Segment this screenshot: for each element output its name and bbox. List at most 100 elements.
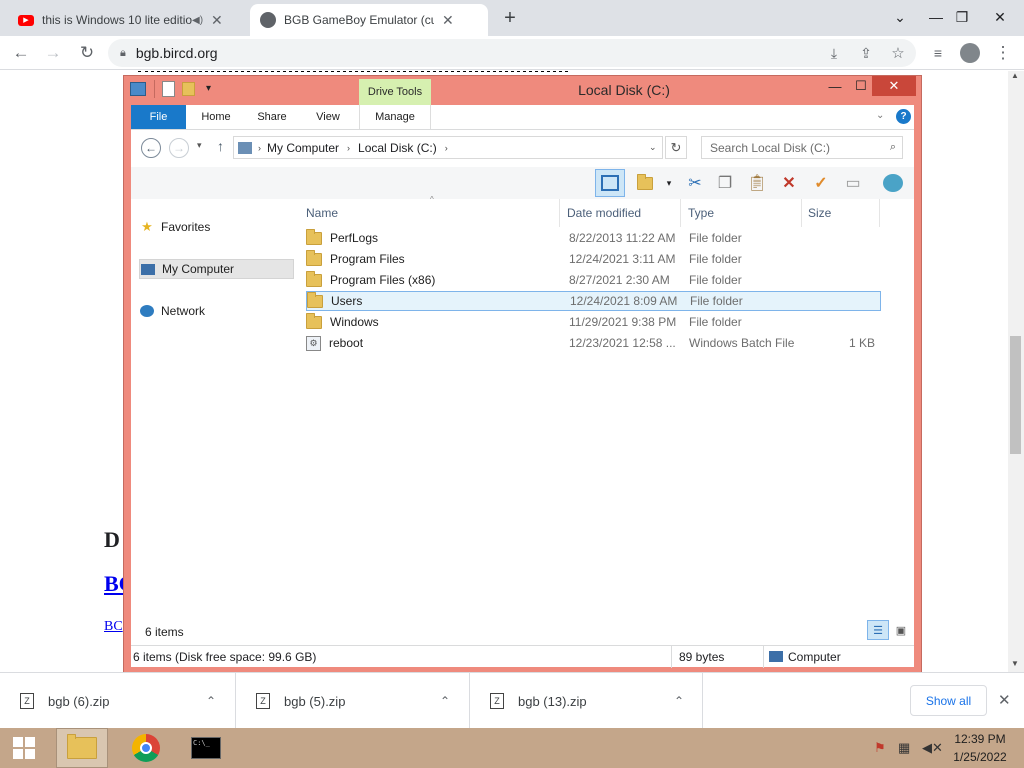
download-icon[interactable]: ⤓ bbox=[821, 40, 847, 66]
clock-time[interactable]: 12:39 PM bbox=[950, 732, 1010, 746]
drive-tools-label: Drive Tools bbox=[359, 79, 431, 105]
folder-icon bbox=[306, 249, 322, 266]
scroll-down-icon[interactable]: ▼ bbox=[1011, 659, 1019, 668]
rename-icon[interactable]: ▭ bbox=[839, 169, 867, 197]
new-tab-button[interactable]: + bbox=[498, 6, 522, 30]
file-row[interactable]: ⚙ reboot 12/23/2021 12:58 ... Windows Bat… bbox=[306, 333, 881, 353]
tab-search-icon[interactable]: ⌄ bbox=[884, 0, 916, 34]
explorer-close-button[interactable]: ✕ bbox=[872, 76, 916, 96]
scroll-up-icon[interactable]: ▲ bbox=[1011, 71, 1019, 80]
network-status-icon[interactable]: ▦ bbox=[898, 740, 910, 756]
explorer-titlebar[interactable]: ▾ Drive Tools Local Disk (C:) — ☐ ✕ bbox=[124, 76, 921, 105]
back-arrow-icon[interactable]: ← bbox=[141, 138, 161, 158]
share-icon[interactable]: ⇪ bbox=[853, 40, 879, 66]
column-type[interactable]: Type bbox=[682, 199, 802, 227]
checkmark-icon[interactable]: ✓ bbox=[807, 169, 835, 197]
delete-icon[interactable]: ✕ bbox=[775, 169, 803, 197]
item-count: 6 items bbox=[145, 625, 184, 639]
breadcrumb-local-disk[interactable]: Local Disk (C:) bbox=[358, 141, 437, 155]
ribbon-tab-file[interactable]: File bbox=[131, 105, 186, 129]
download-item[interactable]: Z bgb (6).zip ⌃ bbox=[0, 673, 236, 729]
chevron-up-icon[interactable]: ⌃ bbox=[440, 694, 450, 708]
ribbon-divider bbox=[131, 129, 914, 130]
menu-kebab-icon[interactable]: ⋮ bbox=[990, 40, 1016, 66]
nav-my-computer[interactable]: My Computer bbox=[139, 259, 294, 279]
ribbon-tab-manage[interactable]: Manage bbox=[359, 105, 431, 129]
chrome-taskbar-button[interactable] bbox=[120, 728, 172, 768]
navigation-pane: ★ Favorites My Computer Network bbox=[131, 199, 299, 631]
large-icons-view-icon[interactable]: ▣ bbox=[891, 620, 911, 640]
nav-favorites[interactable]: ★ Favorites bbox=[139, 217, 294, 237]
chevron-down-icon[interactable]: ⌄ bbox=[649, 142, 657, 153]
preview-pane-icon[interactable] bbox=[595, 169, 625, 197]
file-type: File folder bbox=[689, 273, 742, 287]
chrome-icon bbox=[132, 734, 160, 762]
details-view-icon[interactable]: ☰ bbox=[867, 620, 889, 640]
ribbon-tab-home[interactable]: Home bbox=[190, 105, 242, 129]
cmd-taskbar-button[interactable]: C:\_ bbox=[180, 728, 232, 768]
clock-date[interactable]: 1/25/2022 bbox=[950, 750, 1010, 764]
help-icon[interactable]: ? bbox=[896, 109, 911, 124]
quick-access-dropdown-icon[interactable]: ▾ bbox=[206, 83, 211, 94]
media-control-icon[interactable]: ≡ bbox=[925, 40, 951, 66]
tab-bgb[interactable]: BGB GameBoy Emulator (current ✕ bbox=[250, 4, 488, 36]
folder-icon bbox=[306, 228, 322, 245]
forward-icon[interactable]: → bbox=[40, 40, 66, 66]
forward-arrow-icon[interactable]: → bbox=[169, 138, 189, 158]
column-size[interactable]: Size bbox=[802, 199, 880, 227]
chevron-up-icon[interactable]: ⌃ bbox=[674, 694, 684, 708]
back-icon[interactable]: ← bbox=[8, 40, 34, 66]
up-arrow-icon[interactable]: ↑ bbox=[217, 138, 224, 154]
file-row-selected[interactable]: Users 12/24/2021 8:09 AM File folder bbox=[306, 291, 881, 311]
ribbon-tab-view[interactable]: View bbox=[302, 105, 354, 129]
search-input[interactable]: Search Local Disk (C:) ⌕ bbox=[701, 136, 903, 159]
start-button[interactable] bbox=[0, 728, 48, 768]
nav-network[interactable]: Network bbox=[139, 301, 294, 321]
file-row[interactable]: Windows 11/29/2021 9:38 PM File folder bbox=[306, 312, 881, 332]
file-row[interactable]: PerfLogs 8/22/2013 11:22 AM File folder bbox=[306, 228, 881, 248]
column-name[interactable]: Name bbox=[300, 199, 560, 227]
download-item[interactable]: Z bgb (5).zip ⌃ bbox=[236, 673, 470, 729]
ribbon-expand-icon[interactable]: ⌄ bbox=[876, 110, 884, 121]
profile-avatar[interactable] bbox=[957, 40, 983, 66]
properties-icon[interactable] bbox=[162, 81, 175, 97]
address-bar[interactable]: 🔒︎ bgb.bircd.org bbox=[108, 39, 916, 67]
new-folder-icon[interactable] bbox=[182, 82, 195, 96]
recent-locations-icon[interactable]: ▾ bbox=[197, 140, 202, 151]
file-explorer-taskbar-button[interactable] bbox=[56, 728, 108, 768]
column-date-modified[interactable]: Date modified bbox=[561, 199, 681, 227]
explorer-maximize-button[interactable]: ☐ bbox=[848, 76, 874, 96]
cut-icon[interactable]: ✂ bbox=[681, 169, 709, 197]
action-center-flag-icon[interactable]: ⚑ bbox=[874, 740, 886, 756]
file-date: 12/24/2021 3:11 AM bbox=[569, 252, 676, 266]
restore-button[interactable]: ❐ bbox=[946, 0, 978, 34]
scrollbar-thumb[interactable] bbox=[1010, 336, 1021, 454]
file-row[interactable]: Program Files (x86) 8/27/2021 2:30 AM Fi… bbox=[306, 270, 881, 290]
download-item[interactable]: Z bgb (13).zip ⌃ bbox=[470, 673, 703, 729]
status-size: 89 bytes bbox=[679, 649, 725, 664]
globe-icon[interactable] bbox=[879, 169, 907, 197]
ribbon-tab-share[interactable]: Share bbox=[246, 105, 298, 129]
url-text: bgb.bircd.org bbox=[135, 45, 218, 61]
address-bar-explorer[interactable]: › My Computer › Local Disk (C:) › ⌄ bbox=[233, 136, 663, 159]
refresh-icon[interactable]: ↻ bbox=[665, 136, 687, 159]
copy-icon[interactable]: ❐ bbox=[711, 169, 739, 197]
file-row[interactable]: Program Files 12/24/2021 3:11 AM File fo… bbox=[306, 249, 881, 269]
tab-youtube[interactable]: ▶ this is Windows 10 lite editio ◀) ✕ bbox=[8, 4, 248, 36]
bookmark-star-icon[interactable]: ☆ bbox=[885, 40, 911, 66]
options-dropdown-icon[interactable]: ▾ bbox=[655, 169, 683, 197]
reload-icon[interactable]: ↻ bbox=[74, 40, 100, 66]
chevron-up-icon[interactable]: ⌃ bbox=[206, 694, 216, 708]
speaker-icon[interactable]: ◀) bbox=[192, 15, 203, 26]
close-tab-icon[interactable]: ✕ bbox=[442, 12, 454, 29]
paste-icon[interactable]: 📋︎ bbox=[743, 169, 771, 197]
show-all-button[interactable]: Show all bbox=[910, 685, 987, 716]
close-shelf-icon[interactable]: ✕ bbox=[998, 691, 1011, 709]
breadcrumb-my-computer[interactable]: My Computer bbox=[267, 141, 339, 155]
explorer-minimize-button[interactable]: — bbox=[822, 76, 848, 96]
close-window-button[interactable]: ✕ bbox=[984, 0, 1016, 34]
volume-muted-icon[interactable]: ◀✕ bbox=[922, 740, 943, 756]
nav-label: My Computer bbox=[162, 262, 235, 276]
page-link-small[interactable]: BC bbox=[104, 619, 123, 635]
close-tab-icon[interactable]: ✕ bbox=[211, 12, 223, 29]
